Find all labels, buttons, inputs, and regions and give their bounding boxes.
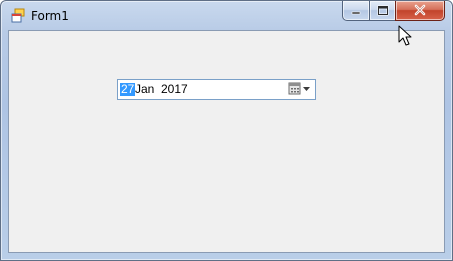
form-icon[interactable]: [10, 8, 26, 24]
maximize-icon: [377, 1, 389, 20]
window-title: Form1: [31, 9, 69, 23]
date-year-segment[interactable]: 2017: [161, 80, 188, 99]
window-controls: [342, 1, 447, 21]
maximize-button[interactable]: [369, 1, 396, 21]
date-day-segment[interactable]: 27: [120, 83, 136, 96]
date-month-segment[interactable]: Jan: [135, 80, 154, 99]
form-window: Form1 27 Jan 2017: [0, 0, 453, 261]
form-client-area: 27 Jan 2017: [8, 30, 445, 253]
minimize-icon: [350, 1, 362, 20]
calendar-dropdown-icon[interactable]: [287, 81, 313, 97]
mouse-pointer-icon: [398, 25, 414, 47]
title-bar[interactable]: Form1: [1, 1, 452, 30]
close-button[interactable]: [395, 1, 445, 21]
close-icon: [413, 1, 427, 20]
date-time-picker[interactable]: 27 Jan 2017: [117, 79, 316, 100]
minimize-button[interactable]: [342, 1, 370, 21]
